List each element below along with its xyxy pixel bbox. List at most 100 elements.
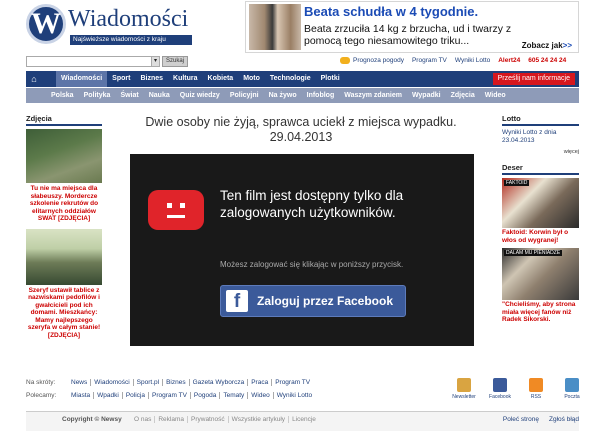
dessert-thumbnail[interactable]: FAKTOID: [502, 178, 579, 228]
mail-link[interactable]: Poczta: [557, 378, 587, 400]
ad-more-link[interactable]: Zobacz jak>>: [522, 41, 572, 50]
ad-more-arrow: >>: [562, 41, 572, 50]
bottom-links: O nas Reklama Prywatność Wszystkie artyk…: [131, 416, 319, 423]
icon-eye: [167, 203, 172, 208]
subnav-item[interactable]: Wypadki: [407, 92, 446, 99]
footer-recommended-row: Polecamy: Miasta Wpadki Policja Program …: [26, 392, 315, 399]
ad-banner[interactable]: Beata schudła w 4 tygodnie. Beata zrzuci…: [245, 1, 579, 53]
bottom-bar: Copyright © Newsy O nas Reklama Prywatno…: [26, 411, 579, 431]
mail-label: Poczta: [564, 394, 580, 400]
nav-item-sport[interactable]: Sport: [107, 71, 135, 87]
home-icon[interactable]: ⌂: [26, 71, 42, 87]
lotto-results-link[interactable]: Wyniki Lotto z dnia 23.04.2013: [502, 129, 579, 145]
bottom-link[interactable]: Reklama: [155, 416, 188, 423]
photo-caption-link[interactable]: Tu nie ma miejsca dla słabeuszy. Morderc…: [26, 185, 102, 223]
nav-item-kultura[interactable]: Kultura: [168, 71, 203, 87]
thumbnail-badge: DALAM MU PIENIADZE: [504, 250, 563, 256]
footer-link[interactable]: Sport.pl: [134, 379, 164, 386]
subnav-item[interactable]: Nauka: [144, 92, 175, 99]
deser-title: Deser: [502, 163, 579, 175]
dessert-thumbnail[interactable]: DALAM MU PIENIADZE: [502, 248, 579, 300]
facebook-label: Facebook: [489, 394, 511, 400]
tv-program-link[interactable]: Program TV: [412, 57, 447, 64]
mail-icon: [565, 378, 579, 392]
weather-link[interactable]: Prognoza pogody: [340, 57, 404, 64]
subnav-item[interactable]: Policyjni: [225, 92, 264, 99]
bottom-link[interactable]: Wszystkie artykuły: [229, 416, 290, 423]
subnav-item[interactable]: Świat: [115, 92, 143, 99]
bottom-right-links: Poleć stronę Zgłoś błąd: [503, 416, 579, 423]
ad-image: [249, 4, 301, 50]
footer-link[interactable]: Policja: [123, 392, 149, 399]
photo-thumbnail[interactable]: [26, 228, 102, 285]
footer-link[interactable]: Gazeta Wyborcza: [190, 379, 249, 386]
footer-icons: Newsletter Facebook RSS Poczta: [449, 378, 587, 400]
ad-more-label: Zobacz jak: [521, 41, 563, 50]
subnav-item[interactable]: Waszym zdaniem: [339, 92, 407, 99]
report-error-link[interactable]: Zgłoś błąd: [549, 416, 579, 423]
right-sidebar: Lotto Wyniki Lotto z dnia 23.04.2013 wię…: [502, 114, 579, 324]
top-links: Prognoza pogody Program TV Wyniki Lotto …: [340, 57, 566, 64]
footer-link[interactable]: Miasta: [68, 392, 95, 399]
site-logo[interactable]: W Wiadomości Najświeższe wiadomości z kr…: [26, 4, 192, 48]
search-input[interactable]: [26, 56, 160, 67]
recommended-label: Polecamy:: [26, 392, 57, 399]
footer-link[interactable]: Praca: [248, 379, 273, 386]
subnav-item[interactable]: Polska: [46, 92, 79, 99]
weather-link-label: Prognoza pogody: [353, 57, 404, 65]
rss-icon: [529, 378, 543, 392]
subnav-item[interactable]: Polityka: [79, 92, 116, 99]
thumbnail-badge: FAKTOID: [504, 180, 530, 186]
photos-sidebar: Zdjęcia Tu nie ma miejsca dla słabeuszy.…: [26, 114, 102, 339]
report-news-button[interactable]: Prześlij nam informacje: [492, 73, 575, 85]
icon-mouth: [167, 215, 185, 218]
subnav-item[interactable]: Na żywo: [264, 92, 302, 99]
nav-item-biznes[interactable]: Biznes: [135, 71, 168, 87]
nav-item-kobieta[interactable]: Kobieta: [203, 71, 239, 87]
logo-name: Wiadomości: [68, 6, 189, 32]
nav-item-moto[interactable]: Moto: [238, 71, 265, 87]
photo-caption-link[interactable]: Szeryf ustawił tablice z nazwiskami pedo…: [26, 287, 102, 340]
footer-link[interactable]: Program TV: [272, 379, 313, 386]
facebook-icon: [493, 378, 507, 392]
search-button[interactable]: Szukaj: [162, 56, 188, 67]
search-dropdown[interactable]: ▾: [151, 56, 160, 67]
ad-text: Beata zrzuciła 14 kg z brzucha, ud i twa…: [304, 23, 512, 47]
nav-item-technologie[interactable]: Technologie: [265, 71, 316, 87]
recommend-page-link[interactable]: Poleć stronę: [503, 416, 539, 423]
footer-link[interactable]: News: [68, 379, 92, 386]
nav-item-wiadomosci[interactable]: Wiadomości: [56, 71, 108, 87]
rss-link[interactable]: RSS: [521, 378, 551, 400]
facebook-link[interactable]: Facebook: [485, 378, 515, 400]
nav-item-plotki[interactable]: Plotki: [316, 71, 345, 87]
weather-icon: [340, 57, 350, 64]
ad-title[interactable]: Beata schudła w 4 tygodnie.: [304, 4, 478, 19]
footer-link[interactable]: Wiadomości: [91, 379, 134, 386]
subnav-item[interactable]: Quiz wiedzy: [175, 92, 225, 99]
footer-link[interactable]: Wpadki: [94, 392, 123, 399]
footer-link[interactable]: Wideo: [248, 392, 274, 399]
more-link[interactable]: więcej: [502, 149, 579, 155]
facebook-login-label: Zaloguj przez Facebook: [257, 294, 394, 308]
alert24-link[interactable]: Alert24: [498, 57, 520, 64]
subnav-item[interactable]: Infoblog: [302, 92, 340, 99]
rss-label: RSS: [530, 394, 542, 400]
subnav-item[interactable]: Zdjęcia: [446, 92, 480, 99]
dessert-caption-link[interactable]: Faktoid: Korwin był o włos od wygranej!: [502, 229, 579, 244]
facebook-login-button[interactable]: f Zaloguj przez Facebook: [220, 285, 406, 317]
alert24-phone: 605 24 24 24: [528, 57, 567, 64]
bottom-link[interactable]: Licencje: [289, 416, 319, 423]
lotto-title: Lotto: [502, 114, 579, 126]
bottom-link[interactable]: O nas: [131, 416, 156, 423]
footer-link[interactable]: Pogoda: [191, 392, 221, 399]
footer-link[interactable]: Tematy: [220, 392, 249, 399]
footer-link[interactable]: Biznes: [163, 379, 190, 386]
footer-link[interactable]: Program TV: [149, 392, 191, 399]
newsletter-link[interactable]: Newsletter: [449, 378, 479, 400]
footer-link[interactable]: Wyniki Lotto: [274, 392, 315, 399]
photo-thumbnail[interactable]: [26, 129, 102, 183]
dessert-caption-link[interactable]: "Chcieliśmy, aby strona miała więcej fan…: [502, 301, 579, 324]
subnav-item[interactable]: Wideo: [480, 92, 511, 99]
lotto-results-link[interactable]: Wyniki Lotto: [455, 57, 490, 64]
bottom-link[interactable]: Prywatność: [188, 416, 229, 423]
